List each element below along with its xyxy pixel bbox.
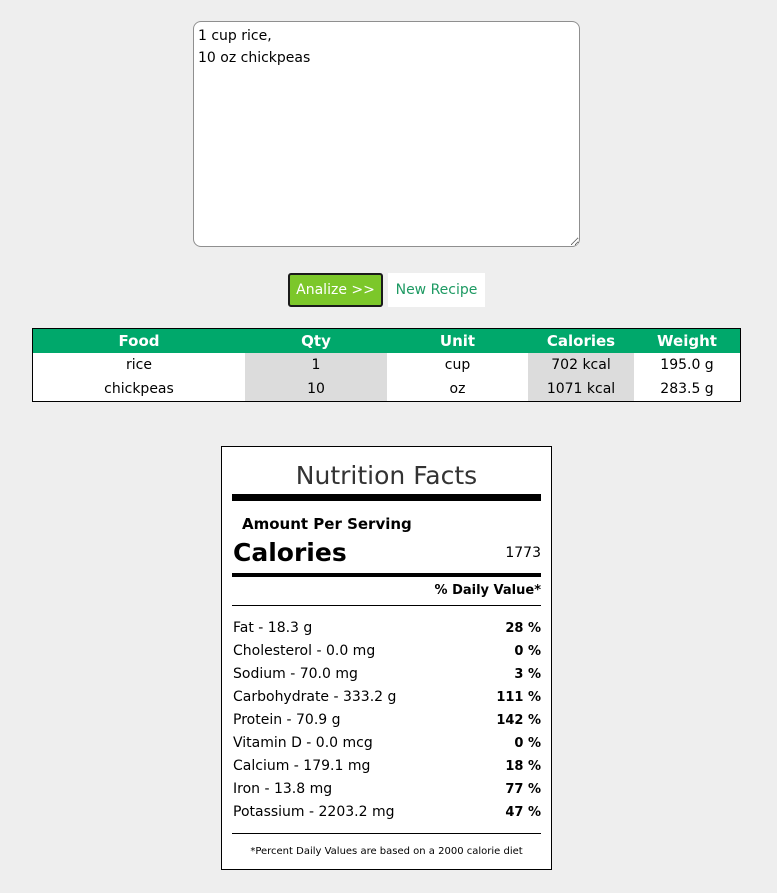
divider-thin-bottom: [232, 833, 541, 834]
nutrient-row-iron: Iron - 13.8 mg 77 %: [233, 778, 541, 801]
nutrient-percent: 18 %: [505, 759, 541, 774]
nutrient-label: Protein - 70.9 g: [233, 712, 341, 728]
nutrient-percent: 0 %: [514, 736, 541, 751]
analyze-button[interactable]: Analize >>: [288, 273, 383, 307]
ingredients-table: Food Qty Unit Calories Weight rice 1 cup…: [32, 328, 741, 402]
table-header-row: Food Qty Unit Calories Weight: [32, 328, 741, 353]
nutrient-label: Sodium - 70.0 mg: [233, 666, 358, 682]
nutrient-row-cholesterol: Cholesterol - 0.0 mg 0 %: [233, 640, 541, 663]
cell-calories: 702 kcal: [528, 353, 634, 377]
recipe-input[interactable]: 1 cup rice, 10 oz chickpeas: [193, 21, 580, 247]
new-recipe-button[interactable]: New Recipe: [388, 273, 485, 307]
table-row: rice 1 cup 702 kcal 195.0 g: [32, 353, 741, 377]
header-qty: Qty: [245, 328, 387, 353]
nutrition-title: Nutrition Facts: [295, 461, 478, 490]
nutrient-label: Iron - 13.8 mg: [233, 781, 333, 797]
daily-value-label: % Daily Value*: [434, 583, 541, 598]
calories-label: Calories: [233, 538, 347, 567]
cell-unit: cup: [387, 353, 528, 377]
nutrient-label: Potassium - 2203.2 mg: [233, 804, 395, 820]
cell-unit: oz: [387, 377, 528, 402]
table-row: chickpeas 10 oz 1071 kcal 283.5 g: [32, 377, 741, 402]
divider-thick: [232, 494, 541, 501]
cell-food: rice: [32, 353, 245, 377]
calories-value: 1773: [505, 545, 541, 561]
cell-food: chickpeas: [32, 377, 245, 402]
nutrient-list: Fat - 18.3 g 28 % Cholesterol - 0.0 mg 0…: [233, 617, 541, 824]
nutrient-percent: 47 %: [505, 805, 541, 820]
nutrient-label: Cholesterol - 0.0 mg: [233, 643, 376, 659]
nutrient-percent: 28 %: [505, 621, 541, 636]
nutrient-percent: 0 %: [514, 644, 541, 659]
header-unit: Unit: [387, 328, 528, 353]
cell-qty: 1: [245, 353, 387, 377]
nutrient-row-protein: Protein - 70.9 g 142 %: [233, 709, 541, 732]
nutrient-percent: 142 %: [496, 713, 541, 728]
divider-medium: [232, 573, 541, 577]
nutrient-row-sodium: Sodium - 70.0 mg 3 %: [233, 663, 541, 686]
nutrient-row-fat: Fat - 18.3 g 28 %: [233, 617, 541, 640]
nutrient-label: Fat - 18.3 g: [233, 620, 313, 636]
header-weight: Weight: [634, 328, 741, 353]
nutrient-percent: 3 %: [514, 667, 541, 682]
nutrient-label: Vitamin D - 0.0 mcg: [233, 735, 373, 751]
nutrient-row-potassium: Potassium - 2203.2 mg 47 %: [233, 801, 541, 824]
footnote: *Percent Daily Values are based on a 200…: [250, 846, 523, 857]
nutrition-facts-panel: Nutrition Facts Amount Per Serving Calor…: [221, 446, 552, 870]
divider-thin: [232, 605, 541, 606]
nutrient-percent: 111 %: [496, 690, 541, 705]
nutrient-percent: 77 %: [505, 782, 541, 797]
amount-per-serving-label: Amount Per Serving: [242, 515, 412, 533]
header-food: Food: [32, 328, 245, 353]
nutrient-row-calcium: Calcium - 179.1 mg 18 %: [233, 755, 541, 778]
cell-weight: 283.5 g: [634, 377, 741, 402]
header-calories: Calories: [528, 328, 634, 353]
cell-qty: 10: [245, 377, 387, 402]
nutrient-row-carbohydrate: Carbohydrate - 333.2 g 111 %: [233, 686, 541, 709]
cell-weight: 195.0 g: [634, 353, 741, 377]
nutrient-label: Calcium - 179.1 mg: [233, 758, 371, 774]
nutrient-label: Carbohydrate - 333.2 g: [233, 689, 397, 705]
nutrient-row-vitamin-d: Vitamin D - 0.0 mcg 0 %: [233, 732, 541, 755]
cell-calories: 1071 kcal: [528, 377, 634, 402]
